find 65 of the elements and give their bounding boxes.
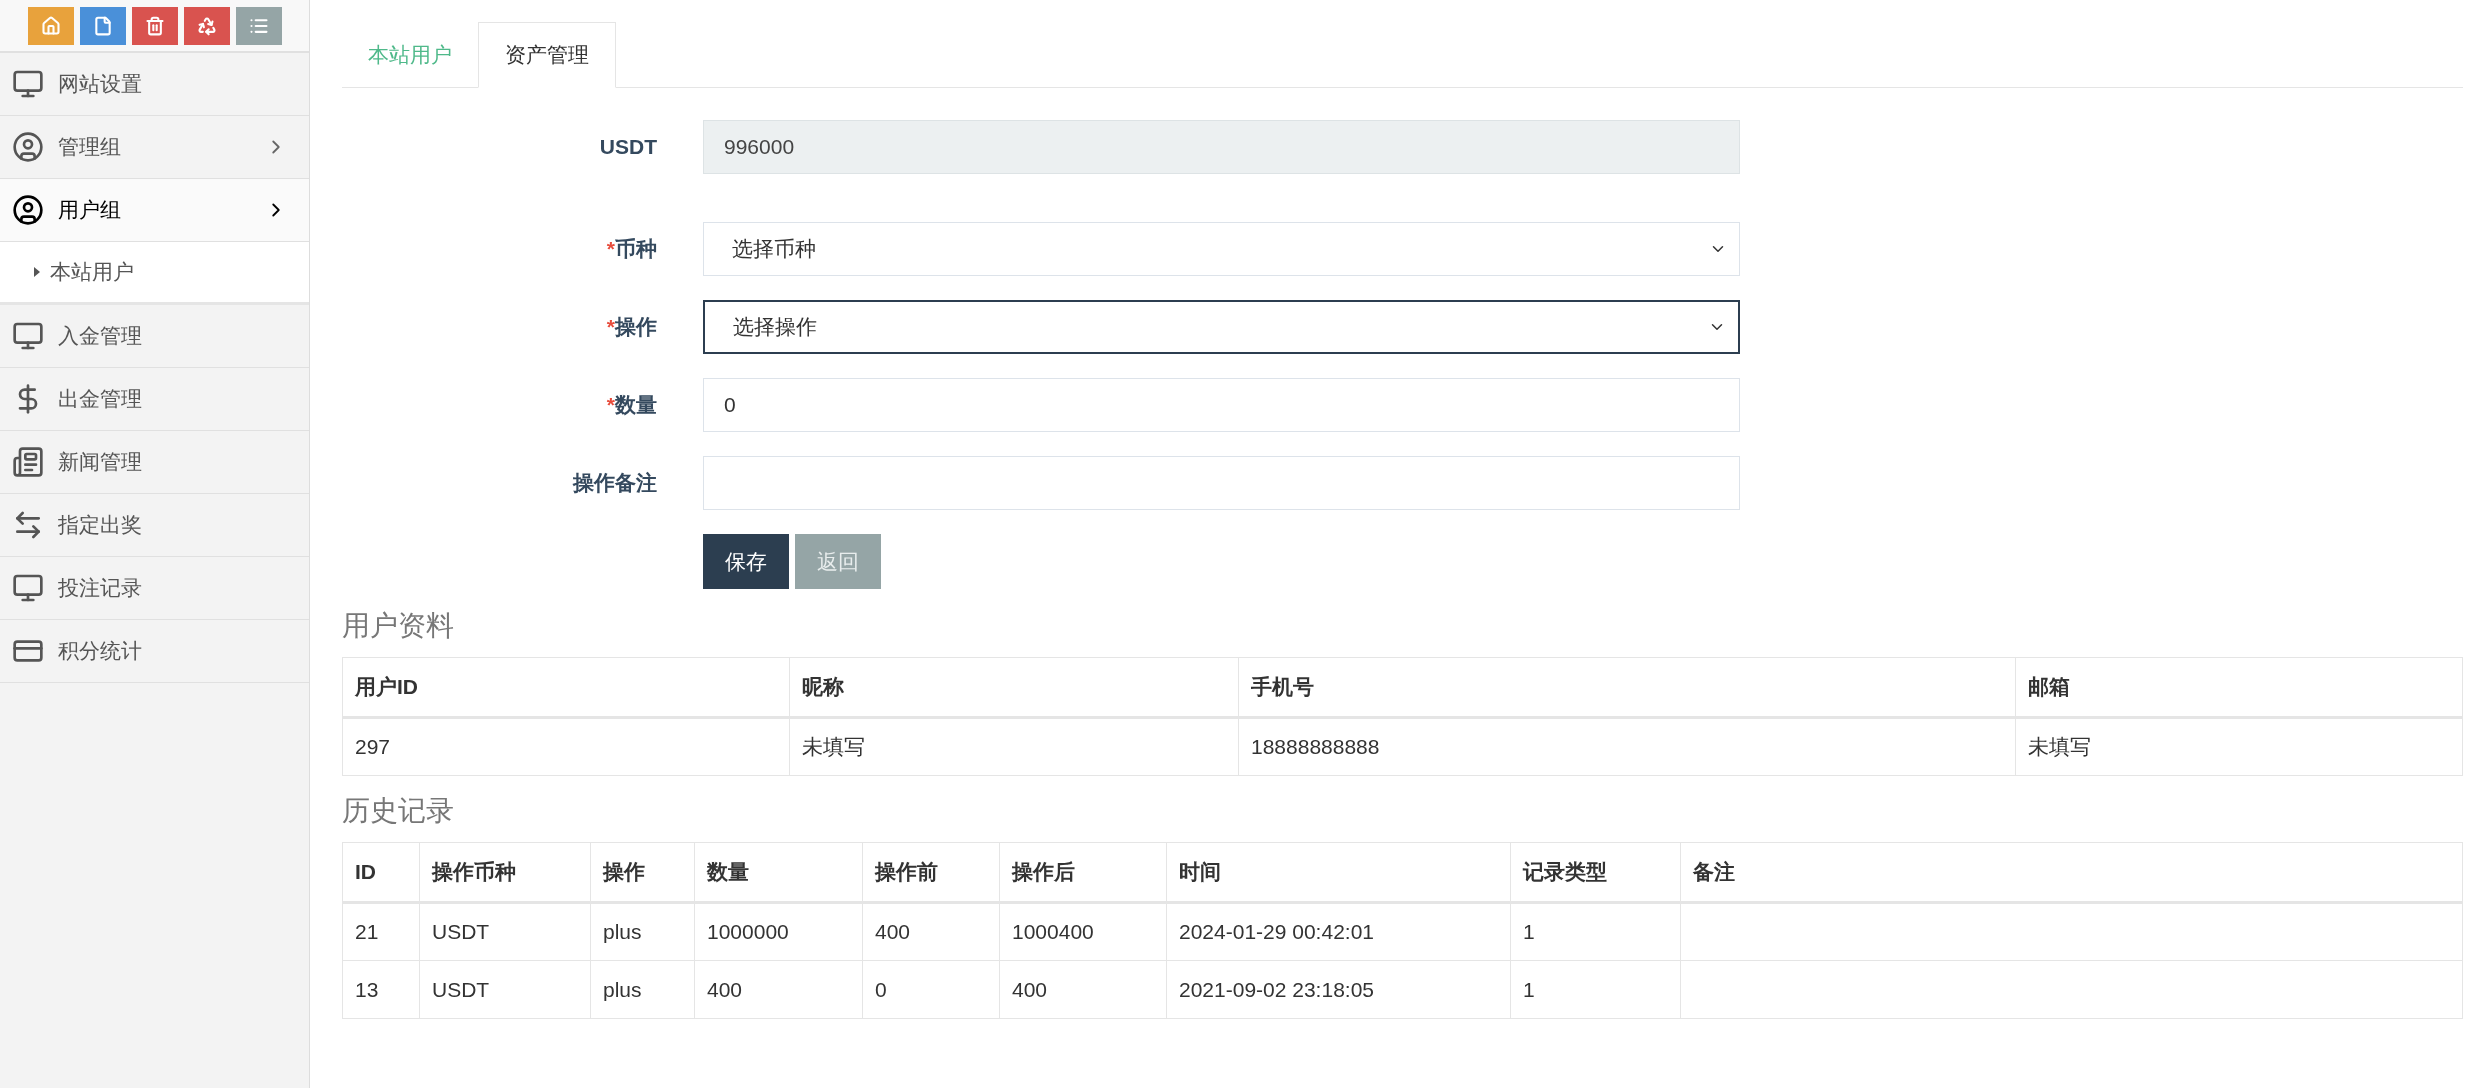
table-cell: 400 <box>694 960 863 1019</box>
tab[interactable]: 资产管理 <box>478 22 616 88</box>
select-field[interactable]: 选择币种 <box>703 222 1740 276</box>
table-header-cell: 手机号 <box>1238 657 2016 718</box>
table-header-cell: 数量 <box>694 842 863 903</box>
table-cell: 1 <box>1510 960 1681 1019</box>
table-header-cell: 操作 <box>590 842 695 903</box>
select-field[interactable]: 选择操作 <box>703 300 1740 354</box>
table-header-cell: ID <box>342 842 420 903</box>
file-icon <box>92 15 113 36</box>
table-header-cell: 记录类型 <box>1510 842 1681 903</box>
table-cell: 297 <box>342 717 790 776</box>
table-cell: plus <box>590 902 695 961</box>
table-cell: USDT <box>419 902 591 961</box>
field-label: *操作 <box>605 314 657 341</box>
toolbar-button[interactable] <box>183 6 230 45</box>
trash-icon <box>144 15 165 36</box>
sidebar-subitem[interactable]: 本站用户 <box>0 242 309 305</box>
table-cell: 400 <box>862 902 1000 961</box>
user-circle-icon <box>12 131 44 163</box>
table-header-cell: 操作币种 <box>419 842 591 903</box>
table-cell: 1 <box>1510 902 1681 961</box>
table-cell: 400 <box>999 960 1167 1019</box>
input-field[interactable]: 0 <box>703 378 1740 432</box>
table-header-cell: 备注 <box>1680 842 2463 903</box>
field-label: 操作备注 <box>571 470 657 497</box>
table-header-cell: 用户ID <box>342 657 790 718</box>
newspaper-icon <box>12 446 44 478</box>
section-title: 用户资料 <box>342 609 455 643</box>
table-cell: 1000000 <box>694 902 863 961</box>
monitor-icon <box>12 320 44 352</box>
home-icon <box>40 15 61 36</box>
table-cell: 18888888888 <box>1238 717 2016 776</box>
table-cell: plus <box>590 960 695 1019</box>
triangle-icon <box>34 267 40 277</box>
recycle-icon <box>196 15 217 36</box>
toolbar-button[interactable] <box>131 6 178 45</box>
table-header-cell: 操作后 <box>999 842 1167 903</box>
table-cell: 1000400 <box>999 902 1167 961</box>
table-header-cell: 操作前 <box>862 842 1000 903</box>
table-cell: USDT <box>419 960 591 1019</box>
user-circle-icon <box>12 194 44 226</box>
table-cell: 13 <box>342 960 420 1019</box>
sidebar-item[interactable]: 用户组 <box>0 179 309 242</box>
table-header-cell: 时间 <box>1166 842 1511 903</box>
field-label: *币种 <box>605 236 657 263</box>
balance-field: 996000 <box>703 120 1740 174</box>
monitor-icon <box>12 68 44 100</box>
input-field[interactable] <box>703 456 1740 510</box>
table-header-cell: 邮箱 <box>2015 657 2463 718</box>
toolbar-button[interactable] <box>27 6 74 45</box>
table-cell: 0 <box>862 960 1000 1019</box>
save-button[interactable]: 保存 <box>703 534 789 589</box>
toolbar-button[interactable] <box>235 6 282 45</box>
table-cell: 未填写 <box>789 717 1239 776</box>
toolbar-button[interactable] <box>79 6 126 45</box>
table-header-cell: 昵称 <box>789 657 1239 718</box>
section-title: 历史记录 <box>342 794 455 828</box>
table-cell: 2024-01-29 00:42:01 <box>1166 902 1511 961</box>
field-label: USDT <box>598 134 657 161</box>
table-cell: 21 <box>342 902 420 961</box>
field-label: *数量 <box>605 392 657 419</box>
monitor-icon <box>12 572 44 604</box>
table-cell: 2021-09-02 23:18:05 <box>1166 960 1511 1019</box>
table-cell: 未填写 <box>2015 717 2463 776</box>
